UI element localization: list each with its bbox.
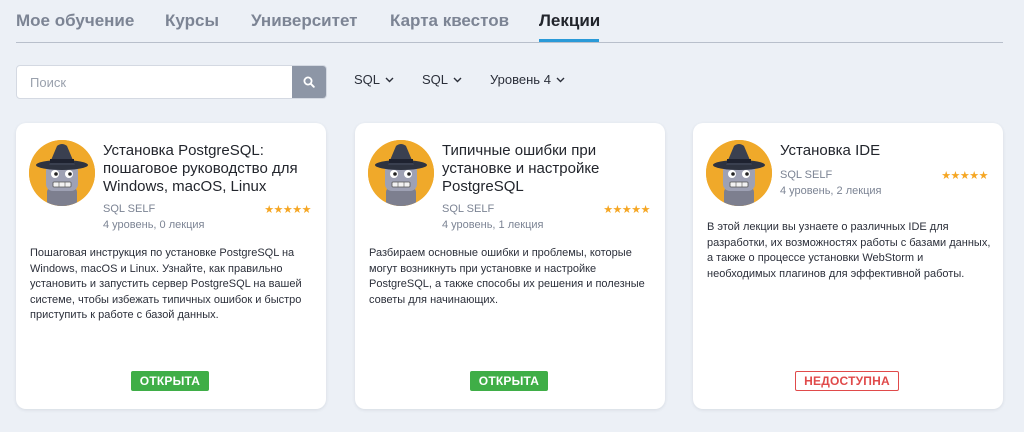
status-badge[interactable]: ОТКРЫТА: [470, 371, 548, 391]
robot-avatar-icon: [368, 140, 434, 206]
rating-stars-icon: ★★★★★: [264, 204, 311, 216]
lecture-card[interactable]: Установка IDE SQL SELF ★★★★★ 4 уровень, …: [693, 123, 1003, 409]
robot-avatar-icon: [706, 140, 772, 206]
lecture-description: В этой лекции вы узнаете о различных IDE…: [707, 221, 991, 280]
lecture-meta: 4 уровень, 0 лекция: [103, 219, 205, 231]
robot-avatar-icon: [29, 140, 95, 206]
tab-university[interactable]: Университет: [251, 11, 358, 43]
avatar: [368, 140, 434, 206]
lecture-course: SQL SELF: [780, 169, 833, 181]
search-button[interactable]: [292, 66, 326, 98]
search-icon: [303, 76, 315, 88]
filter-topic-label: SQL: [422, 72, 449, 87]
search-input[interactable]: [17, 66, 294, 98]
chevron-down-icon: [556, 77, 565, 82]
filter-course-dropdown[interactable]: SQL: [354, 72, 394, 87]
avatar: [29, 140, 95, 206]
rating-stars-icon: ★★★★★: [603, 204, 650, 216]
active-tab-indicator: [539, 39, 599, 42]
chevron-down-icon: [385, 77, 394, 82]
lecture-meta: 4 уровень, 2 лекция: [780, 185, 882, 197]
tab-my-learning[interactable]: Мое обучение: [16, 11, 134, 43]
filter-level-dropdown[interactable]: Уровень 4: [490, 72, 565, 87]
lecture-course: SQL SELF: [442, 203, 495, 215]
filter-topic-dropdown[interactable]: SQL: [422, 72, 462, 87]
tab-quest-map[interactable]: Карта квестов: [390, 11, 509, 43]
lecture-description: Разбираем основные ошибки и проблемы, ко…: [369, 247, 645, 306]
lecture-meta: 4 уровень, 1 лекция: [442, 219, 544, 231]
lecture-description: Пошаговая инструкция по установке Postgr…: [30, 247, 302, 321]
lecture-title[interactable]: Типичные ошибки при установке и настройк…: [442, 142, 652, 196]
filter-level-label: Уровень 4: [490, 72, 551, 87]
search-box: [16, 65, 327, 99]
lecture-title[interactable]: Установка PostgreSQL: пошаговое руководс…: [103, 142, 313, 196]
status-badge[interactable]: НЕДОСТУПНА: [795, 371, 899, 391]
lecture-card[interactable]: Установка PostgreSQL: пошаговое руководс…: [16, 123, 326, 409]
lecture-title[interactable]: Установка IDE: [780, 142, 990, 160]
filter-course-label: SQL: [354, 72, 381, 87]
chevron-down-icon: [453, 77, 462, 82]
tab-bar: Мое обучение Курсы Университет Карта кве…: [16, 0, 1003, 43]
rating-stars-icon: ★★★★★: [941, 170, 988, 182]
lecture-card[interactable]: Типичные ошибки при установке и настройк…: [355, 123, 665, 409]
avatar: [706, 140, 772, 206]
lecture-course: SQL SELF: [103, 203, 156, 215]
tab-courses[interactable]: Курсы: [165, 11, 219, 43]
status-badge[interactable]: ОТКРЫТА: [131, 371, 209, 391]
